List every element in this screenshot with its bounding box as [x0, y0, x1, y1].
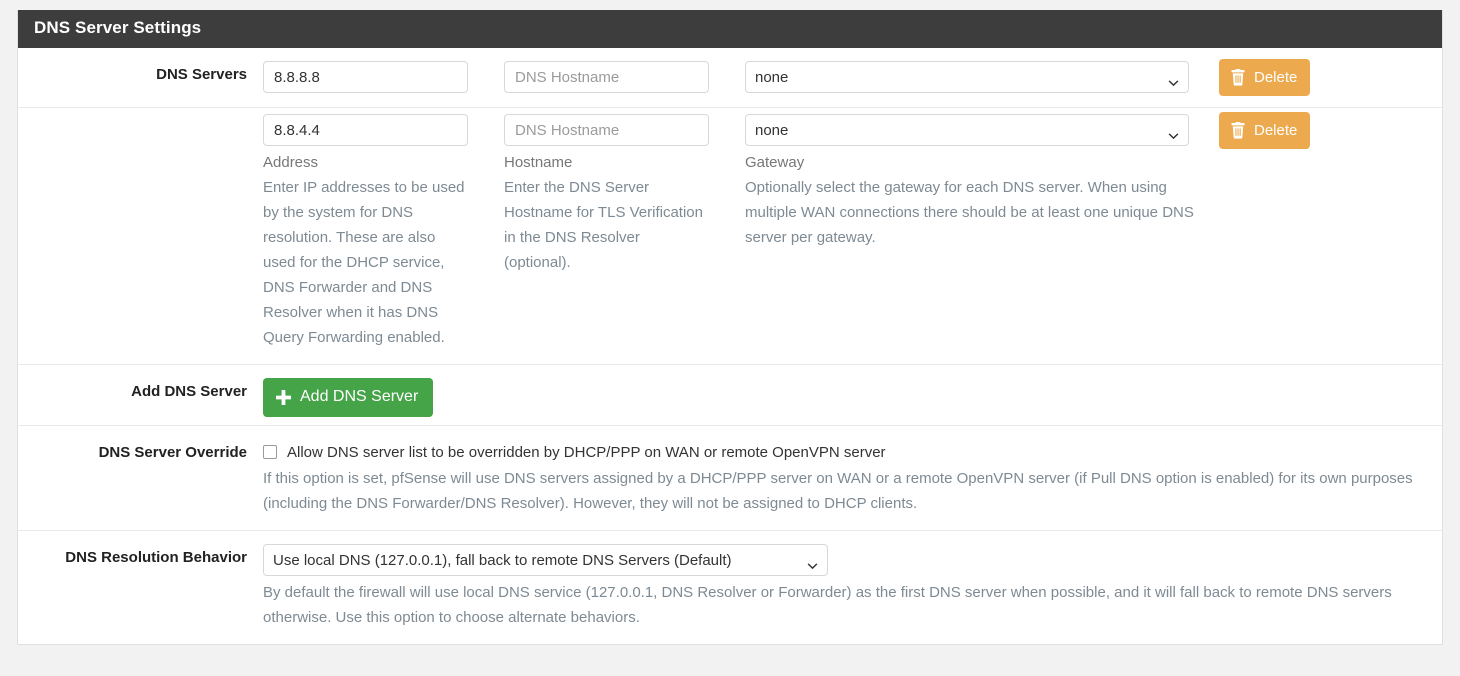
dns-resolution-behavior-select[interactable]: Use local DNS (127.0.0.1), fall back to … — [263, 544, 828, 577]
dns-resolution-behavior-select-wrap: Use local DNS (127.0.0.1), fall back to … — [263, 544, 828, 577]
dns-server-override-label: DNS Server Override — [98, 443, 247, 461]
dns-hostname-input-1[interactable] — [504, 61, 709, 94]
dns-resolution-behavior-help-text: By default the firewall will use local D… — [263, 584, 1392, 627]
dns-servers-label: DNS Servers — [156, 65, 247, 83]
dns-servers-row-1-controls: none — [263, 48, 1442, 107]
delete-dns-server-button-2[interactable]: Delete — [1219, 111, 1311, 149]
dns-resolution-behavior-controls: Use local DNS (127.0.0.1), fall back to … — [263, 531, 1442, 644]
address-help-text: Enter IP addresses to be used by the sys… — [263, 178, 465, 346]
dns-servers-help: Address Enter IP addresses to be used by… — [263, 149, 1442, 364]
add-dns-server-row: Add DNS Server Add DNS Server — [18, 365, 1442, 426]
page-root: DNS Server Settings DNS Servers 8.8.8.8 … — [0, 0, 1460, 676]
dns-entry-row: none — [263, 108, 1442, 149]
dns-servers-row-1: DNS Servers none — [18, 48, 1442, 108]
dns-gateway-cell: none — [745, 61, 1189, 94]
hostname-help-text: Enter the DNS Server Hostname for TLS Ve… — [504, 178, 703, 271]
dns-server-override-checkbox-line: Allow DNS server list to be overridden b… — [263, 426, 1442, 463]
dns-gateway-select-wrap-1: none — [745, 61, 1189, 94]
dns-server-override-checkbox-label[interactable]: Allow DNS server list to be overridden b… — [287, 443, 886, 463]
address-help-title: Address — [263, 153, 319, 171]
dns-hostname-cell — [504, 61, 709, 94]
delete-button-label: Delete — [1254, 121, 1298, 139]
dns-entry-row: none — [263, 48, 1442, 107]
dns-address-cell — [263, 61, 468, 94]
dns-server-override-controls: Allow DNS server list to be overridden b… — [263, 426, 1442, 531]
add-dns-server-controls: Add DNS Server — [263, 365, 1442, 425]
delete-dns-server-button-1[interactable]: Delete — [1219, 58, 1311, 96]
trash-icon — [1230, 68, 1246, 86]
hostname-help-title: Hostname — [504, 153, 573, 171]
delete-button-label: Delete — [1254, 68, 1298, 86]
dns-server-override-help-text: If this option is set, pfSense will use … — [263, 470, 1413, 513]
gateway-help-title: Gateway — [745, 153, 805, 171]
hostname-help-column: Hostname Enter the DNS Server Hostname f… — [504, 150, 709, 350]
plus-icon — [275, 389, 292, 406]
dns-gateway-select-1[interactable]: none — [745, 61, 1189, 94]
dns-server-override-checkbox[interactable] — [263, 445, 277, 460]
dns-address-input-1[interactable] — [263, 61, 468, 94]
dns-address-cell — [263, 114, 468, 147]
dns-hostname-cell — [504, 114, 709, 147]
dns-gateway-select-2[interactable]: none — [745, 114, 1189, 147]
panel-body: DNS Servers none — [18, 48, 1442, 645]
panel-title: DNS Server Settings — [18, 10, 1442, 48]
dns-gateway-cell: none — [745, 114, 1189, 147]
gateway-help-column: Gateway Optionally select the gateway fo… — [745, 150, 1197, 350]
dns-server-settings-panel: DNS Server Settings DNS Servers 8.8.8.8 … — [17, 10, 1443, 646]
dns-servers-label-spacer — [18, 108, 263, 144]
add-dns-server-button-label: Add DNS Server — [300, 388, 419, 406]
dns-gateway-select-wrap-2: none — [745, 114, 1189, 147]
dns-resolution-behavior-row: DNS Resolution Behavior Use local DNS (1… — [18, 531, 1442, 644]
dns-servers-row-2-controls: none — [263, 108, 1442, 364]
gateway-help-text: Optionally select the gateway for each D… — [745, 178, 1194, 246]
dns-resolution-behavior-label: DNS Resolution Behavior — [65, 549, 247, 567]
add-dns-server-button[interactable]: Add DNS Server — [263, 377, 434, 417]
dns-delete-cell: Delete — [1219, 58, 1339, 96]
dns-hostname-input-2[interactable] — [504, 114, 709, 147]
dns-servers-row-2: none — [18, 108, 1442, 365]
dns-delete-cell: Delete — [1219, 111, 1339, 149]
address-help-column: Address Enter IP addresses to be used by… — [263, 150, 468, 350]
add-dns-server-label: Add DNS Server — [131, 382, 247, 400]
dns-server-override-row: DNS Server Override Allow DNS server lis… — [18, 426, 1442, 532]
dns-address-input-2[interactable] — [263, 114, 468, 147]
trash-icon — [1230, 121, 1246, 139]
